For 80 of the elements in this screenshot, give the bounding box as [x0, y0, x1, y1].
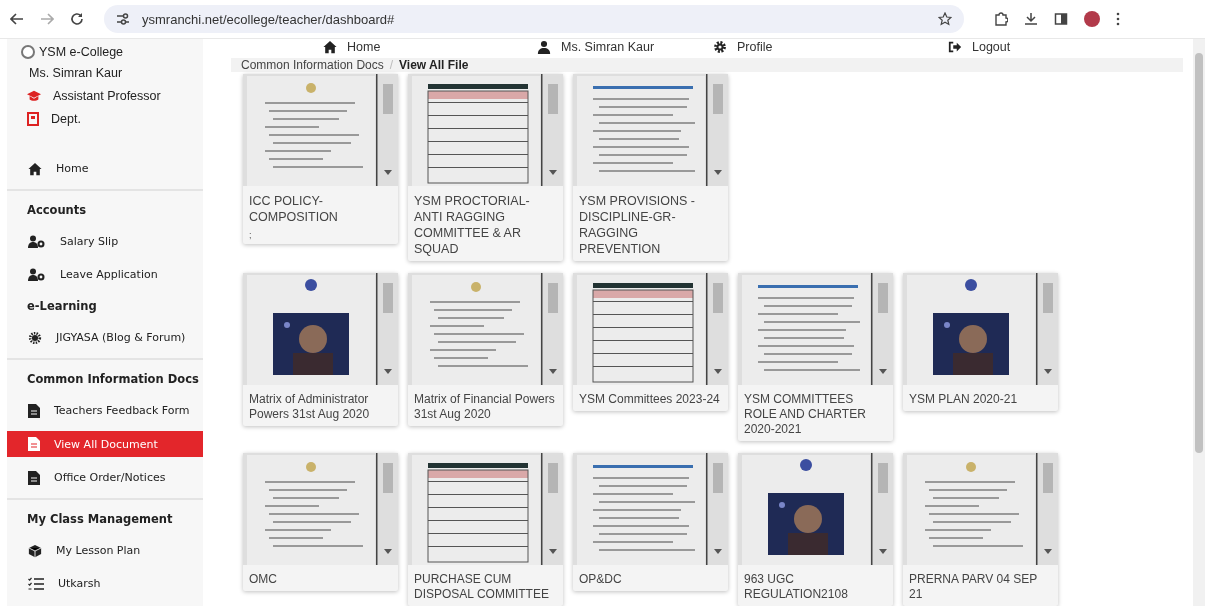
users-icon: [28, 267, 46, 282]
document-title[interactable]: YSM PROCTORIAL-ANTI RAGGING COMMITTEE & AR SQUAD: [408, 190, 563, 261]
section-heading: Accounts: [26, 202, 88, 219]
document-card[interactable]: YSM COMMITTEES ROLE AND CHARTER 2020-2021: [738, 273, 893, 441]
designation: Assistant Professor: [53, 89, 161, 103]
document-card[interactable]: YSM Committees 2023-24: [573, 273, 728, 411]
star-icon: [938, 12, 952, 26]
document-title[interactable]: PURCHASE CUM DISPOSAL COMMITTEE: [408, 569, 563, 606]
document-title[interactable]: YSM PLAN 2020-21: [903, 389, 1058, 411]
download-icon: [1024, 12, 1038, 26]
gear-icon: [28, 330, 42, 345]
sidebar-item[interactable]: Home: [7, 152, 203, 185]
file-icon: [28, 403, 40, 418]
breadcrumb-link[interactable]: Common Information Docs: [241, 58, 384, 72]
document-title[interactable]: YSM PROVISIONS - DISCIPLINE-GR- RAGGING PREVENTION: [573, 190, 728, 261]
document-card[interactable]: Matrix of Administrator Powers 31st Aug 2020: [243, 273, 398, 426]
document-card[interactable]: 963 UGC REGULATION2108: [738, 453, 893, 606]
document-card[interactable]: OMC: [243, 453, 398, 591]
department: Dept.: [51, 112, 81, 126]
document-title[interactable]: ICC POLICY-COMPOSITION: [243, 190, 398, 229]
document-card[interactable]: YSM PLAN 2020-21: [903, 273, 1058, 411]
section-heading: My Class Management: [26, 511, 174, 528]
nav-link[interactable]: Home: [323, 39, 381, 54]
sidebar-item[interactable]: Leave Application: [7, 258, 203, 291]
file-icon: [28, 470, 40, 485]
document-card[interactable]: OP&DC: [573, 453, 728, 591]
sidebar-item[interactable]: View All Document: [7, 431, 203, 457]
sidebar-item[interactable]: Office Order/Notices: [7, 461, 203, 494]
home-icon: [323, 39, 337, 54]
sidebar-item[interactable]: My Lesson Plan: [7, 534, 203, 567]
extensions-icon: [994, 12, 1008, 26]
site-settings-icon: [116, 12, 130, 26]
list-icon: [28, 576, 44, 591]
document-title[interactable]: Matrix of Financial Powers 31st Aug 2020: [408, 389, 563, 426]
users-icon: [28, 234, 46, 249]
nav-link[interactable]: Profile: [713, 39, 773, 54]
scrollbar-thumb[interactable]: [1195, 53, 1203, 453]
nav-link[interactable]: Ms. Simran Kaur: [537, 39, 655, 54]
logout-icon: [948, 39, 962, 54]
reload-icon: [70, 12, 84, 26]
sidebar-item[interactable]: Salary Slip: [7, 225, 203, 258]
graduation-cap-icon: [27, 89, 41, 103]
cube-icon: [28, 543, 42, 558]
id-card-icon: [27, 112, 39, 126]
user-icon: [537, 39, 551, 54]
document-title[interactable]: OMC: [243, 569, 398, 591]
sidebar-item[interactable]: JIGYASA (Blog & Forum): [7, 321, 203, 354]
home-icon: [28, 161, 42, 176]
nav-link[interactable]: Logout: [948, 39, 1011, 54]
breadcrumb-current: View All File: [399, 58, 469, 72]
forward-icon: [40, 12, 54, 26]
document-card[interactable]: YSM PROVISIONS - DISCIPLINE-GR- RAGGING PREVENTION: [573, 74, 728, 261]
document-title[interactable]: Matrix of Administrator Powers 31st Aug 2020: [243, 389, 398, 426]
document-card[interactable]: Matrix of Financial Powers 31st Aug 2020: [408, 273, 563, 426]
avatar[interactable]: [1084, 11, 1100, 27]
document-title[interactable]: PRERNA PARV 04 SEP 21: [903, 569, 1058, 606]
logo-icon: [21, 45, 35, 59]
settings-icon: [713, 39, 727, 54]
document-title[interactable]: YSM COMMITTEES ROLE AND CHARTER 2020-2021: [738, 389, 893, 441]
section-heading: Common Information Docs: [26, 371, 200, 388]
address-bar[interactable]: ysmranchi.net/ecollege/teacher/dashboard#: [104, 5, 964, 33]
section-heading: e-Learning: [26, 298, 98, 315]
document-card[interactable]: ICC POLICY-COMPOSITION ;: [243, 74, 398, 244]
file-icon: [28, 437, 40, 451]
note-text: ;: [248, 229, 253, 242]
brand-name: YSM e-College: [39, 45, 124, 59]
sidebar-item[interactable]: Teachers Feedback Form: [7, 394, 203, 427]
document-title[interactable]: OP&DC: [573, 569, 728, 591]
document-card[interactable]: PURCHASE CUM DISPOSAL COMMITTEE: [408, 453, 563, 606]
url-text: ysmranchi.net/ecollege/teacher/dashboard#: [142, 11, 396, 27]
document-card[interactable]: PRERNA PARV 04 SEP 21: [903, 453, 1058, 606]
menu-icon: [1116, 12, 1120, 26]
back-icon: [10, 12, 24, 26]
document-title[interactable]: 963 UGC REGULATION2108: [738, 569, 893, 606]
sidebar-item[interactable]: Utkarsh: [7, 567, 203, 600]
document-title[interactable]: YSM Committees 2023-24: [573, 389, 728, 411]
breadcrumb-separator: /: [389, 58, 394, 72]
user-name: Ms. Simran Kaur: [29, 66, 124, 80]
document-card[interactable]: YSM PROCTORIAL-ANTI RAGGING COMMITTEE & AR SQUAD: [408, 74, 563, 261]
side-panel-icon: [1054, 12, 1068, 26]
